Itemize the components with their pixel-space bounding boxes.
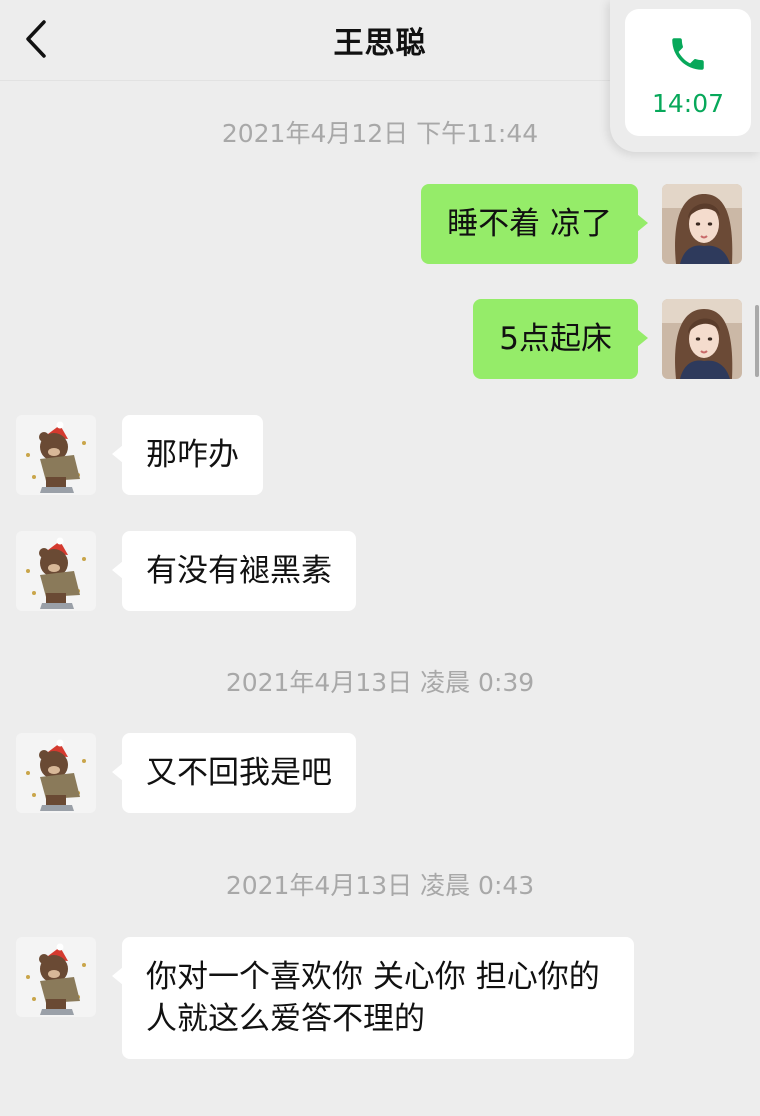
message-timestamp: 2021年4月12日 下午11:44 (221, 119, 539, 148)
incoming-message-bubble[interactable]: 有没有褪黑素 (112, 531, 356, 611)
bear-avatar-icon (16, 937, 96, 1017)
girl-avatar-icon (662, 299, 742, 379)
incoming-message-bubble[interactable]: 那咋办 (112, 415, 263, 495)
incoming-message-bubble[interactable]: 又不回我是吧 (112, 733, 356, 813)
contact-avatar[interactable] (16, 937, 96, 1017)
contact-avatar[interactable] (16, 415, 96, 495)
outgoing-message-bubble[interactable]: 睡不着 凉了 (421, 184, 648, 264)
phone-icon (672, 38, 704, 70)
girl-avatar-icon (662, 184, 742, 264)
my-avatar[interactable] (662, 299, 742, 379)
contact-avatar[interactable] (16, 531, 96, 611)
incoming-message-bubble[interactable]: 你对一个喜欢你 关心你 担心你的人就这么爱答不理的 (112, 937, 634, 1059)
bear-avatar-icon (16, 531, 96, 611)
outgoing-message-bubble[interactable]: 5点起床 (473, 299, 648, 379)
bear-avatar-icon (16, 415, 96, 495)
message-timestamp: 2021年4月13日 凌晨 0:39 (225, 668, 535, 697)
message-timestamp: 2021年4月13日 凌晨 0:43 (225, 871, 535, 900)
bear-avatar-icon (16, 733, 96, 813)
contact-avatar[interactable] (16, 733, 96, 813)
my-avatar[interactable] (662, 184, 742, 264)
scrollbar[interactable] (755, 305, 759, 377)
